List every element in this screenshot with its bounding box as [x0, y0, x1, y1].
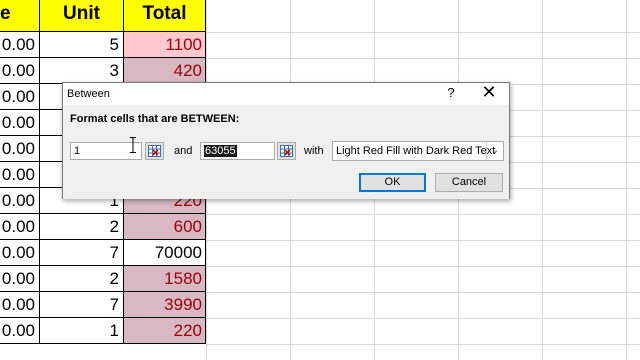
format-select-value: Light Red Fill with Dark Red Text — [336, 145, 496, 157]
lower-bound-value: 1 — [74, 145, 81, 157]
table-row: 0.00 5 1100 — [0, 32, 206, 58]
unit-cell[interactable]: 1 — [40, 318, 124, 344]
gridline — [206, 32, 640, 33]
gridline — [206, 240, 640, 241]
table-row: 0.00 7 70000 — [0, 240, 206, 266]
and-label: and — [174, 145, 193, 157]
price-cell[interactable]: 0.00 — [0, 136, 40, 162]
price-cell[interactable]: 0.00 — [0, 240, 40, 266]
upper-bound-value: 63055 — [204, 145, 237, 157]
total-cell[interactable]: 1580 — [124, 266, 206, 292]
header-cell-total[interactable]: Total — [124, 0, 206, 32]
gridline — [542, 0, 543, 360]
gridline — [206, 292, 640, 293]
table-row: 0.00 3 420 — [0, 58, 206, 84]
text-cursor-icon — [130, 137, 136, 153]
gridline — [206, 318, 640, 319]
price-cell[interactable]: 0.00 — [0, 162, 40, 188]
format-select[interactable]: Light Red Fill with Dark Red Text ⌄ — [332, 141, 504, 161]
upper-bound-input[interactable]: 63055 — [200, 142, 275, 160]
unit-cell[interactable]: 3 — [40, 58, 124, 84]
range-selector-button[interactable] — [277, 142, 296, 160]
gridline — [626, 0, 627, 360]
dialog-title: Between — [67, 88, 110, 100]
with-label: with — [304, 145, 324, 157]
price-cell[interactable]: 0.00 — [0, 318, 40, 344]
price-cell[interactable]: 0.00 — [0, 32, 40, 58]
price-cell[interactable]: 0.00 — [0, 58, 40, 84]
close-icon[interactable]: ✕ — [479, 83, 499, 102]
gridline — [206, 214, 640, 215]
total-cell[interactable]: 600 — [124, 214, 206, 240]
price-cell[interactable]: 0.00 — [0, 266, 40, 292]
unit-cell[interactable]: 2 — [40, 214, 124, 240]
gridline — [206, 266, 640, 267]
dropdown-arrow-icon[interactable]: ⌄ — [486, 142, 503, 160]
table-row: 0.00 1 220 — [0, 318, 206, 344]
cancel-button[interactable]: Cancel — [435, 173, 503, 192]
unit-cell[interactable]: 5 — [40, 32, 124, 58]
total-cell[interactable]: 420 — [124, 58, 206, 84]
table-row: 0.00 2 1580 — [0, 266, 206, 292]
unit-cell[interactable]: 7 — [40, 292, 124, 318]
table-row: 0.00 2 600 — [0, 214, 206, 240]
help-icon[interactable]: ? — [443, 85, 459, 100]
total-cell[interactable]: 70000 — [124, 240, 206, 266]
total-cell[interactable]: 3990 — [124, 292, 206, 318]
ok-button[interactable]: OK — [359, 173, 426, 192]
total-cell[interactable]: 1100 — [124, 32, 206, 58]
unit-cell[interactable]: 2 — [40, 266, 124, 292]
price-cell[interactable]: 0.00 — [0, 292, 40, 318]
total-cell[interactable]: 220 — [124, 318, 206, 344]
price-cell[interactable]: 0.00 — [0, 214, 40, 240]
gridline — [206, 344, 640, 345]
dialog-prompt: Format cells that are BETWEEN: — [70, 113, 240, 125]
header-cell-unit[interactable]: Unit — [40, 0, 124, 32]
table-row: 0.00 7 3990 — [0, 292, 206, 318]
price-cell[interactable]: 0.00 — [0, 110, 40, 136]
header-cell-price[interactable]: e — [0, 0, 40, 32]
range-selector-icon — [148, 145, 161, 157]
price-cell[interactable]: 0.00 — [0, 84, 40, 110]
unit-cell[interactable]: 7 — [40, 240, 124, 266]
price-cell[interactable]: 0.00 — [0, 188, 40, 214]
gridline — [206, 58, 640, 59]
range-selector-button[interactable] — [145, 142, 164, 160]
range-selector-icon — [280, 145, 293, 157]
